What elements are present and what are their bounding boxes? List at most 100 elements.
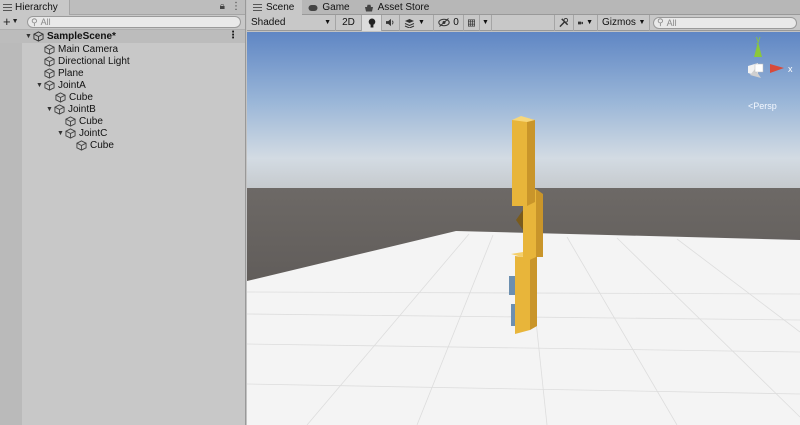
scene-toolbar: Shaded ▼ 2D ▼ 0 ▼ ▼ Gizmos ▼ ⚲ All (247, 14, 800, 31)
scene-search-wrapper: ⚲ All (650, 15, 800, 31)
camera-dropdown[interactable]: ▼ (574, 14, 598, 31)
tree-item[interactable]: Main Camera (0, 43, 245, 55)
chevron-down-icon: ▼ (324, 19, 331, 26)
audio-toggle[interactable] (382, 14, 400, 31)
list-icon (3, 3, 12, 12)
effects-dropdown[interactable]: ▼ (400, 14, 434, 31)
scene-viewport[interactable]: y x <Persp (247, 32, 800, 425)
chevron-down-icon: ▼ (638, 19, 646, 26)
expand-arrow-icon[interactable]: ▼ (56, 130, 65, 137)
kebab-menu-icon[interactable]: ⋮ (231, 1, 241, 12)
scene-row[interactable]: ▼ SampleScene* ⋮ (0, 30, 245, 43)
tree-item[interactable]: Cube (0, 139, 245, 151)
hierarchy-tree: ▼ SampleScene* ⋮ Main Camera Directional… (0, 30, 245, 151)
eye-hidden-icon (438, 18, 450, 27)
cube-bottom-front (515, 256, 530, 334)
tree-item[interactable]: Cube (0, 115, 245, 127)
tab-asset-store[interactable]: Asset Store (358, 0, 438, 15)
expand-arrow-icon[interactable]: ▼ (35, 82, 44, 89)
unity-scene-icon (33, 31, 44, 42)
gizmo-y-label: y (756, 34, 761, 44)
gameobject-icon (44, 67, 55, 79)
gamepad-icon (308, 4, 318, 11)
hierarchy-search-placeholder: All (40, 17, 51, 27)
tree-item[interactable]: ▼ JointB (0, 103, 245, 115)
chevron-down-icon: ▼ (586, 19, 593, 26)
camera-icon (578, 21, 584, 24)
tree-item[interactable]: Cube (0, 91, 245, 103)
shading-mode-value: Shaded (251, 17, 286, 28)
scene-name: SampleScene* (47, 31, 116, 42)
gameobject-icon (65, 115, 76, 127)
store-icon (364, 4, 373, 11)
tree-item-label: Plane (58, 67, 84, 79)
tree-item-label: JointB (68, 103, 96, 115)
gameobject-icon (76, 139, 87, 151)
gizmo-center-cube (754, 63, 764, 73)
tree-item-label: Cube (69, 91, 93, 103)
expand-arrow-icon[interactable]: ▼ (24, 33, 33, 40)
tree-item[interactable]: ▼ JointA (0, 79, 245, 91)
hierarchy-search-input[interactable]: ⚲ All (27, 16, 241, 28)
shading-mode-dropdown[interactable]: Shaded ▼ (247, 14, 336, 31)
speaker-icon (386, 18, 394, 27)
hierarchy-toolbar: + ▼ ⚲ All (0, 15, 245, 30)
gizmos-label: Gizmos (602, 17, 636, 28)
tab-game[interactable]: Game (302, 0, 357, 15)
gizmo-x-label: x (788, 64, 793, 74)
lightbulb-icon (368, 18, 375, 27)
plus-icon: + (3, 14, 11, 29)
scene-panel: Scene Game Asset Store Shaded ▼ 2D ▼ 0 ▼… (247, 0, 800, 425)
chevron-down-icon: ▼ (482, 19, 489, 26)
layers-icon (404, 18, 415, 28)
hierarchy-tab-label: Hierarchy (15, 2, 58, 13)
cube-bottom-side (530, 253, 537, 330)
gameobject-icon (44, 79, 55, 91)
list-icon (253, 3, 262, 12)
scene-render[interactable]: y x (247, 32, 800, 425)
grid-icon (468, 19, 475, 26)
tab-scene[interactable]: Scene (247, 0, 303, 15)
tab-game-label: Game (322, 2, 350, 13)
gizmos-dropdown[interactable]: ▼ (635, 14, 650, 31)
hierarchy-tab[interactable]: Hierarchy (0, 0, 70, 15)
hidden-count: 0 (453, 17, 459, 28)
grid-toggle[interactable] (464, 14, 480, 31)
tab-scene-label: Scene (266, 2, 295, 13)
scene-search-placeholder: All (666, 17, 677, 28)
gameobject-icon (55, 91, 66, 103)
blue-block (509, 276, 515, 295)
gizmos-button[interactable]: Gizmos (598, 15, 636, 31)
search-icon: ⚲ (31, 16, 38, 27)
tree-item[interactable]: Directional Light (0, 55, 245, 67)
scene-tab-bar: Scene Game Asset Store (247, 0, 800, 15)
hierarchy-tab-bar: Hierarchy 🔒︎ ⋮ (0, 0, 245, 15)
gameobject-icon (44, 43, 55, 55)
tools-button[interactable] (554, 14, 574, 31)
chevron-down-icon: ▼ (418, 19, 425, 26)
tree-item-label: JointA (58, 79, 86, 91)
2d-toggle[interactable]: 2D (336, 14, 362, 31)
search-icon: ⚲ (657, 17, 664, 27)
2d-label: 2D (342, 17, 355, 28)
tools-icon (559, 17, 569, 28)
expand-arrow-icon[interactable]: ▼ (45, 106, 54, 113)
projection-label[interactable]: <Persp (748, 101, 777, 111)
tree-item-label: JointC (79, 127, 108, 139)
scene-search-input[interactable]: ⚲ All (653, 16, 797, 29)
grid-dropdown[interactable]: ▼ (480, 14, 492, 31)
gameobject-icon (44, 55, 55, 67)
gameobject-icon (65, 127, 76, 139)
persp-text: Persp (753, 101, 777, 111)
scene-menu-icon[interactable]: ⋮ (228, 30, 238, 41)
lighting-toggle[interactable] (362, 14, 382, 31)
add-button[interactable]: + ▼ (3, 14, 25, 29)
cube-top-side (527, 118, 535, 206)
tab-asset-store-label: Asset Store (377, 2, 430, 13)
hidden-objects-toggle[interactable]: 0 (434, 14, 464, 31)
tree-item[interactable]: ▼ JointC (0, 127, 245, 139)
lock-icon[interactable]: 🔒︎ (220, 1, 225, 12)
tree-item-label: Cube (90, 139, 114, 151)
hierarchy-panel: Hierarchy 🔒︎ ⋮ + ▼ ⚲ All ▼ SampleScene* … (0, 0, 246, 425)
tree-item[interactable]: Plane (0, 67, 245, 79)
